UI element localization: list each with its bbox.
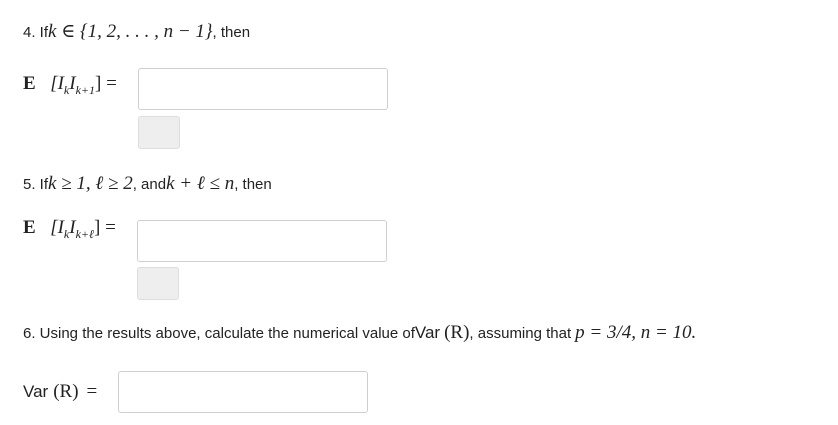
question-4-condition: k ∈ {1, 2, . . . , n − 1} (48, 21, 213, 42)
question-4-text: 4. If k ∈ {1, 2, . . . , n − 1} , then (23, 20, 250, 43)
question-4-equation-label: E [IkIk+1] = (23, 72, 117, 97)
question-6-text: 6. Using the results above, calculate th… (23, 322, 696, 344)
question-5-text: 5. If k ≥ 1, ℓ ≥ 2 , and k + ℓ ≤ n , the… (23, 173, 272, 195)
question-6-var-word: Var (414, 323, 441, 342)
question-5-condition-1: k ≥ 1, ℓ ≥ 2 (48, 173, 133, 194)
question-5-equation-label: E [IkIk+ℓ] = (23, 216, 116, 241)
equals-sign: = (86, 381, 98, 402)
question-5-suffix: , then (234, 176, 272, 193)
question-6-params: p = 3/4, n = 10. (575, 322, 697, 343)
question-6-var-arg: (R) (444, 322, 470, 343)
question-5-answer-input[interactable] (137, 220, 387, 262)
question-6-prefix: 6. Using the results above, calculate th… (23, 325, 415, 342)
question-6-equation-label: Var (R) = (23, 377, 97, 407)
question-4-suffix: , then (212, 24, 251, 41)
question-6-mid: , assuming that (469, 325, 572, 342)
question-5-and: , and (132, 176, 167, 193)
expectation-symbol: E (23, 72, 36, 94)
question-4-check-button[interactable] (138, 116, 180, 149)
question-5-condition-2: k + ℓ ≤ n (166, 173, 235, 194)
variance-arg: (R) (53, 381, 79, 402)
question-4-prefix: 4. If (23, 24, 49, 41)
question-5-prefix: 5. If (23, 176, 49, 193)
question-6-answer-input[interactable] (118, 371, 368, 413)
question-4-answer-input[interactable] (138, 68, 388, 110)
variance-word: Var (23, 382, 49, 401)
question-5-check-button[interactable] (137, 267, 179, 300)
expectation-symbol: E (23, 216, 36, 238)
